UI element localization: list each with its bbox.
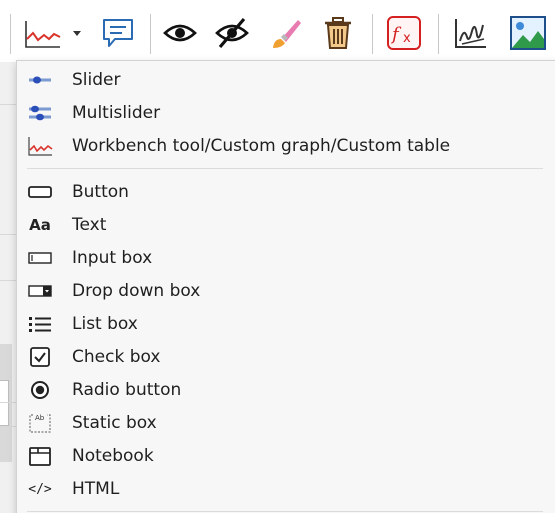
- list-box-icon: [27, 313, 53, 335]
- graph-icon: [27, 135, 53, 157]
- menu-item-label: Multislider: [72, 103, 161, 123]
- menu-item-label: HTML: [72, 479, 120, 499]
- show-button[interactable]: [160, 13, 200, 53]
- multislider-icon: [27, 102, 53, 124]
- menu-item-label: Notebook: [72, 446, 154, 466]
- comment-icon: [103, 19, 133, 47]
- signature-button[interactable]: [450, 13, 490, 53]
- trash-icon: [325, 17, 351, 49]
- menu-item-drop-down-box[interactable]: Drop down box: [17, 274, 555, 307]
- html-icon: </>: [28, 481, 52, 497]
- graph-dropdown-button[interactable]: [20, 13, 90, 53]
- slider-icon: [27, 69, 53, 91]
- menu-item-slider[interactable]: Slider: [17, 63, 555, 96]
- radio-button-icon: [27, 379, 53, 401]
- menu-item-label: Slider: [72, 70, 121, 90]
- function-icon: f x: [387, 16, 421, 50]
- menu-item-multislider[interactable]: Multislider: [17, 96, 555, 129]
- menu-item-text[interactable]: Aa Text: [17, 208, 555, 241]
- graph-icon: [25, 21, 81, 48]
- toolbar-separator: [10, 14, 11, 54]
- eye-hidden-icon: [215, 17, 249, 49]
- menu-item-label: Text: [72, 215, 107, 235]
- menu-separator: [27, 168, 543, 169]
- menu-item-notebook[interactable]: Notebook: [17, 439, 555, 472]
- menu-item-input-box[interactable]: Input box: [17, 241, 555, 274]
- hide-button[interactable]: [212, 13, 252, 53]
- notebook-icon: [27, 445, 53, 467]
- drop-down-box-icon: [27, 280, 53, 302]
- menu-item-label: Static box: [72, 413, 157, 433]
- toolbar-separator: [372, 14, 373, 54]
- menu-item-html[interactable]: </> HTML: [17, 472, 555, 505]
- input-box-icon: [27, 247, 53, 269]
- menu-item-label: Drop down box: [72, 281, 201, 301]
- menu-separator: [27, 511, 543, 512]
- menu-item-label: Workbench tool/Custom graph/Custom table: [72, 136, 451, 156]
- menu-item-label: Radio button: [72, 380, 182, 400]
- insert-control-menu: Slider Multislider Workbench tool/Custom…: [16, 60, 555, 513]
- image-icon: [510, 16, 546, 50]
- delete-button[interactable]: [318, 13, 358, 53]
- toolbar-separator: [150, 14, 151, 54]
- toolbar-separator: [438, 14, 439, 54]
- menu-item-static-box[interactable]: Ab Static box: [17, 406, 555, 439]
- static-box-icon: Ab: [27, 412, 53, 434]
- button-icon: [27, 181, 53, 203]
- background-panel: [0, 62, 16, 513]
- menu-item-label: Check box: [72, 347, 161, 367]
- signature-icon: [455, 19, 486, 48]
- app-window: f x Slider Multislider Workbench tool/Cu…: [0, 0, 555, 513]
- menu-item-button[interactable]: Button: [17, 175, 555, 208]
- comment-button[interactable]: [98, 13, 138, 53]
- menu-item-label: Input box: [72, 248, 153, 268]
- toolbar: f x: [0, 0, 555, 63]
- svg-text:x: x: [403, 31, 411, 46]
- menu-item-label: Button: [72, 182, 129, 202]
- check-box-icon: [27, 346, 53, 368]
- chevron-down-icon: [73, 31, 81, 36]
- menu-item-workbench[interactable]: Workbench tool/Custom graph/Custom table: [17, 129, 555, 162]
- brush-button[interactable]: [266, 13, 306, 53]
- brush-icon: [273, 20, 301, 48]
- menu-item-check-box[interactable]: Check box: [17, 340, 555, 373]
- eye-icon: [163, 24, 197, 42]
- menu-item-list-box[interactable]: List box: [17, 307, 555, 340]
- svg-text:Ab: Ab: [35, 414, 45, 422]
- function-button[interactable]: f x: [384, 13, 424, 53]
- menu-item-label: List box: [72, 314, 138, 334]
- image-button[interactable]: [504, 13, 552, 53]
- text-icon: Aa: [29, 216, 51, 234]
- menu-item-radio-button[interactable]: Radio button: [17, 373, 555, 406]
